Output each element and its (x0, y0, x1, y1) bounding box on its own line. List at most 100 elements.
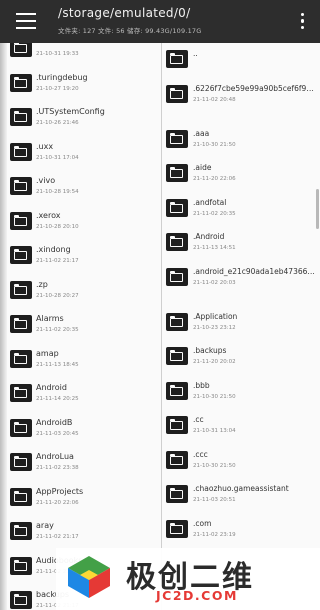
file-list-item[interactable]: .uxx 21-10-31 17:04 (0, 139, 161, 174)
folder-icon (166, 450, 188, 469)
file-name: Android (36, 383, 67, 392)
file-name: .Application (193, 311, 238, 321)
cube-logo-icon (68, 556, 110, 598)
folder-icon (166, 267, 188, 286)
file-date: 21-10-26 21:46 (36, 120, 79, 126)
folder-icon (166, 485, 188, 503)
file-name: AndroLua (36, 452, 74, 461)
file-date: 21-10-30 21:50 (193, 393, 236, 400)
file-name: .xindong (36, 245, 71, 254)
folder-icon (10, 43, 32, 57)
file-date: 21-10-28 20:10 (36, 223, 79, 230)
file-date: 21-10-28 20:27 (36, 292, 79, 299)
file-date: 21-11-02 21:17 (36, 258, 79, 264)
file-date: 21-11-02 20:35 (193, 210, 236, 217)
file-list-item[interactable]: .backups 21-11-20 20:02 (162, 343, 320, 378)
panel-edge (0, 43, 7, 610)
file-name: AppProjects (36, 486, 84, 496)
file-list-item[interactable]: .Android 21-11-13 14:51 (162, 229, 320, 264)
file-list-item[interactable]: .6226f7cbe59e99a90b5cef6f94f966fd 21-11-0… (162, 81, 320, 126)
folder-icon (10, 453, 32, 471)
file-list-item[interactable]: AndroLua 21-11-02 23:38 (0, 449, 161, 484)
folder-icon (10, 142, 32, 161)
folder-icon (166, 233, 188, 251)
folder-icon (10, 591, 32, 609)
file-list-item[interactable]: .. (162, 46, 320, 81)
file-list-item[interactable]: .xindong 21-11-02 21:17 (0, 242, 161, 277)
file-name: amap (36, 348, 59, 358)
folder-icon (10, 177, 32, 195)
file-list-item[interactable]: AndroidB 21-11-03 20:45 (0, 415, 161, 450)
file-name: .cc (193, 415, 204, 424)
file-date: 21-11-02 23:19 (193, 531, 236, 538)
file-list-item[interactable]: .zp 21-10-28 20:27 (0, 277, 161, 312)
file-list-item[interactable]: .xerox 21-10-28 20:10 (0, 208, 161, 243)
file-list-item[interactable]: .vivo 21-10-28 19:54 (0, 173, 161, 208)
folder-icon (10, 487, 32, 506)
file-date: 21-11-02 20:03 (193, 279, 236, 286)
more-vert-icon[interactable] (300, 13, 306, 31)
file-list-item[interactable]: amap 21-11-13 18:45 (0, 346, 161, 381)
folder-icon (166, 50, 188, 68)
file-date: 21-11-20 22:06 (193, 176, 236, 182)
file-date: 21-11-02 20:35 (36, 327, 79, 333)
folder-icon (166, 519, 188, 538)
file-list-item[interactable]: .bbb 21-10-30 21:50 (162, 378, 320, 413)
file-date: 21-11-02 21:17 (36, 534, 79, 540)
file-date: 21-10-31 17:04 (36, 154, 79, 161)
file-date: 21-10-30 21:50 (193, 462, 236, 469)
folder-icon (10, 280, 32, 299)
file-list-item[interactable]: 21-10-31 19:33 (0, 43, 161, 70)
file-list-item[interactable]: Android 21-11-14 20:25 (0, 380, 161, 415)
file-date: 21-10-31 13:04 (193, 428, 236, 434)
folder-icon (10, 418, 32, 437)
file-list-item[interactable]: .chaozhuo.gameassistant 21-11-03 20:51 (162, 481, 320, 516)
file-name: Alarms (36, 314, 64, 323)
folder-icon (10, 73, 32, 92)
watermark: 极创二维 JC2D.COM (56, 548, 320, 610)
file-name: .chaozhuo.gameassistant (193, 484, 289, 493)
file-name: .android_e21c90ada1eb47366627 (193, 266, 315, 276)
file-list-item[interactable]: .turingdebug 21-10-27 19:20 (0, 70, 161, 105)
current-path: /storage/emulated/0/ (58, 6, 191, 20)
file-list-item[interactable]: .cc 21-10-31 13:04 (162, 412, 320, 447)
file-name: aray (36, 521, 54, 530)
folder-icon (10, 522, 32, 540)
file-list-item[interactable]: .com 21-11-02 23:19 (162, 516, 320, 551)
folder-icon (10, 384, 32, 402)
file-list-item[interactable]: .aide 21-11-20 22:06 (162, 160, 320, 195)
right-file-panel[interactable]: .. .6226f7cbe59e99a90b5cef6f94f966fd 21-11… (162, 43, 320, 610)
storage-stats: 文件夹: 127 文件: 56 储存: 99.43G/109.17G (58, 27, 202, 35)
file-date: 21-11-03 20:45 (36, 430, 79, 437)
file-list-item[interactable]: Alarms 21-11-02 20:35 (0, 311, 161, 346)
file-name: .Android (193, 232, 225, 241)
file-list-item[interactable]: .Application 21-10-23 23:12 (162, 309, 320, 344)
folder-icon (10, 349, 32, 368)
file-name: .andfotal (193, 197, 227, 207)
left-file-panel[interactable]: 21-10-31 19:33 .turingdebug 21-10-27 19:20… (0, 43, 161, 610)
file-list-item[interactable]: AppProjects 21-11-20 22:06 (0, 484, 161, 519)
file-date: 21-10-31 19:33 (36, 51, 79, 57)
file-name: AndroidB (36, 417, 73, 427)
folder-icon (166, 129, 188, 148)
file-name: .aide (193, 163, 212, 172)
file-date: 21-11-13 18:45 (36, 361, 79, 368)
file-name: .ccc (193, 449, 208, 459)
file-date: 21-11-02 23:38 (36, 465, 79, 471)
file-list-item[interactable]: .andfotal 21-11-02 20:35 (162, 195, 320, 230)
file-list-item[interactable]: .aaa 21-10-30 21:50 (162, 126, 320, 161)
hamburger-icon[interactable] (16, 13, 36, 29)
file-date: 21-11-02 20:48 (193, 96, 236, 103)
folder-icon (166, 347, 188, 365)
file-name: .turingdebug (36, 72, 88, 82)
file-date: 21-10-23 23:12 (193, 324, 236, 331)
folder-icon (166, 84, 188, 103)
file-name: .zp (36, 279, 48, 289)
file-date: 21-11-03 20:51 (193, 497, 236, 503)
file-list-item[interactable]: .ccc 21-10-30 21:50 (162, 447, 320, 482)
folder-icon (10, 315, 32, 333)
file-list-item[interactable]: .UTSystemConfig 21-10-26 21:46 (0, 104, 161, 139)
folder-icon (10, 556, 32, 575)
file-name: .aaa (193, 128, 210, 138)
file-list-item[interactable]: .android_e21c90ada1eb47366627 21-11-02 20… (162, 264, 320, 309)
